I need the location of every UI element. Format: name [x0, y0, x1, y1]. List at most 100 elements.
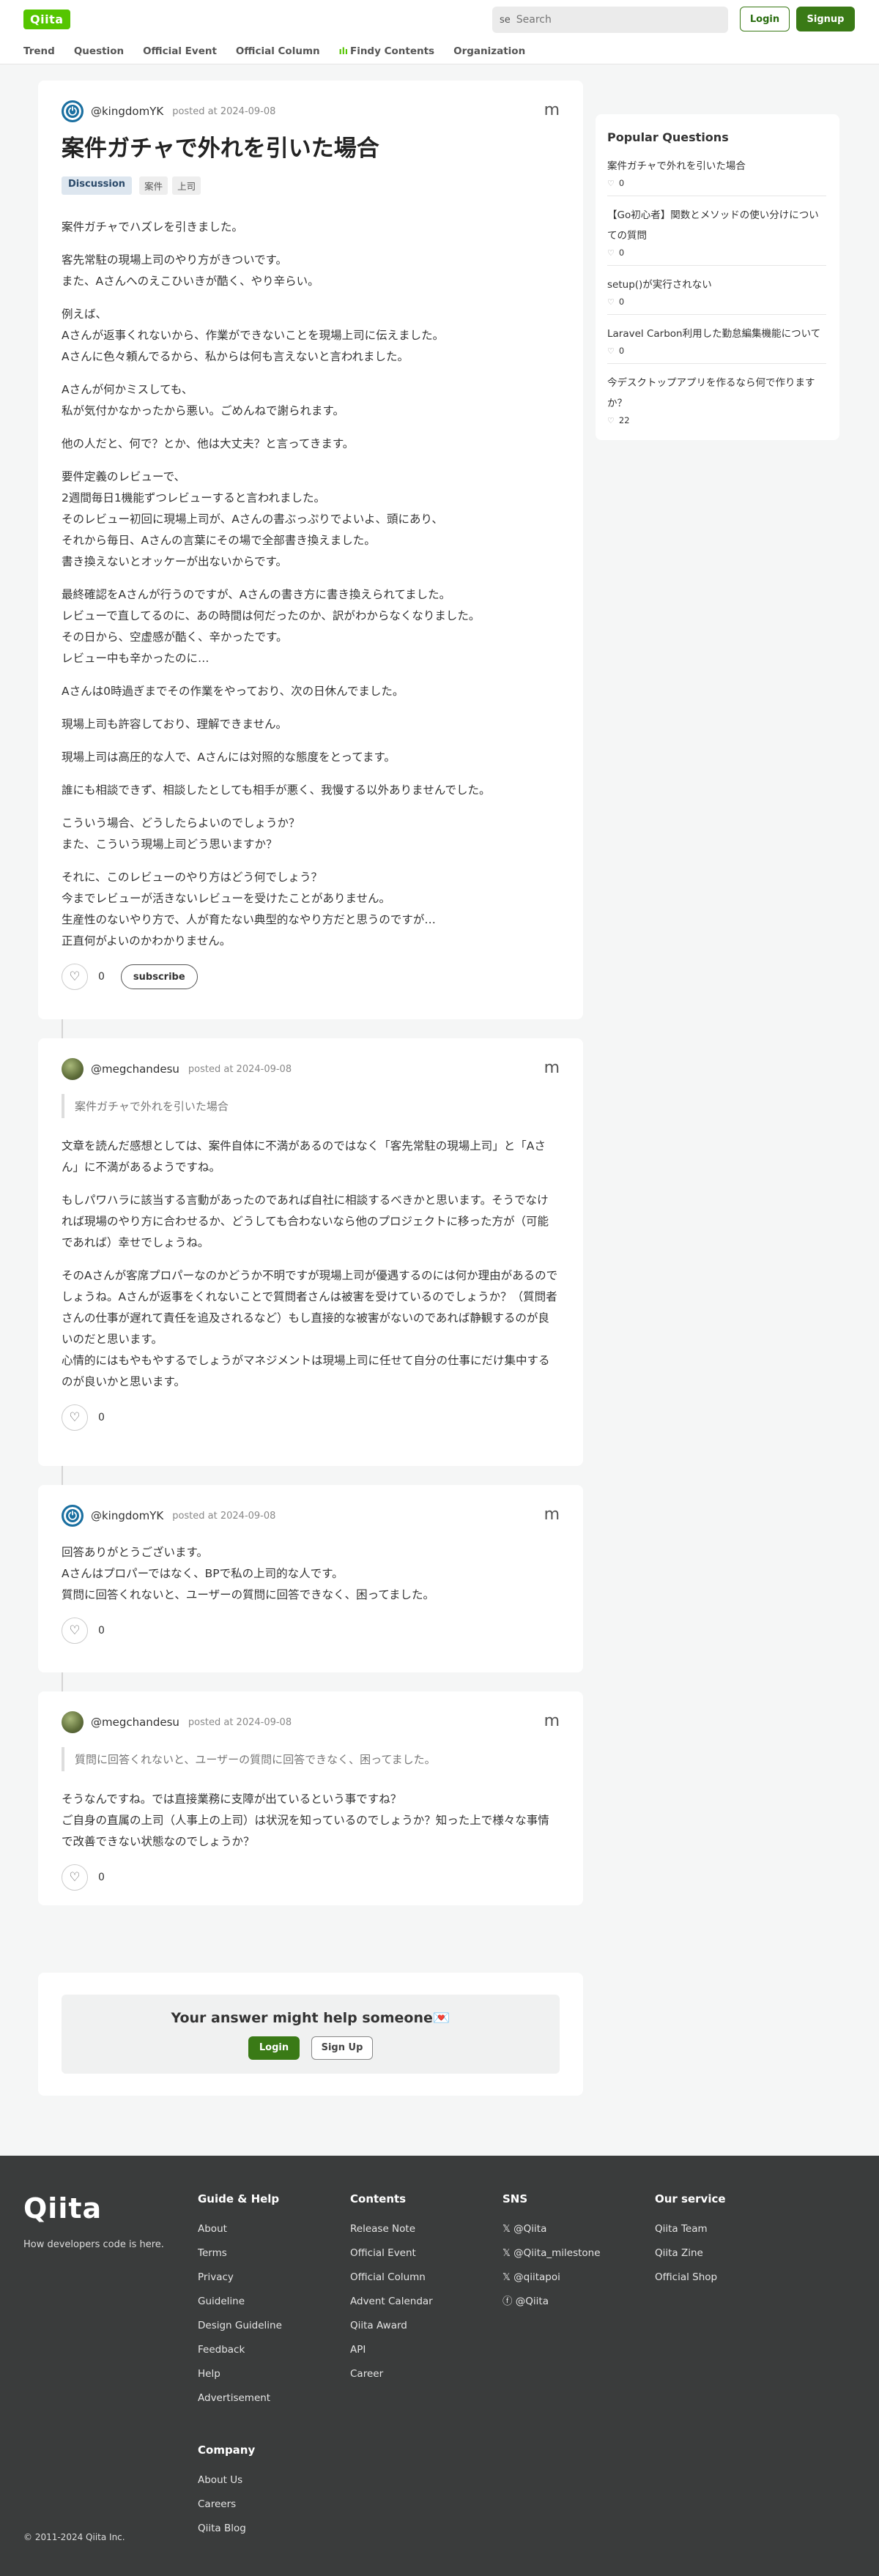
nav-official-event[interactable]: Official Event — [143, 45, 217, 57]
popular-question-item[interactable]: setup()が実行されない ♡ 0 — [607, 275, 826, 315]
footer-link[interactable]: About — [198, 2217, 282, 2241]
qiita-logo[interactable]: Qiita — [23, 9, 70, 29]
thread-connector — [62, 1019, 63, 1038]
body-paragraph: それに、このレビューのやり方はどう何でしょう？ 今までレビューが活きないレビュー… — [62, 871, 436, 948]
nav-official-column[interactable]: Official Column — [236, 45, 320, 57]
question-card: ⏻ @kingdomYK posted at 2024-09-08 m 案件ガチ… — [38, 81, 583, 1019]
footer-link[interactable]: Guideline — [198, 2290, 282, 2314]
question-body: 案件ガチャでハズレを引きました。 客先常駐の現場上司のやり方がきついです。 また… — [62, 217, 560, 952]
author-username[interactable]: @kingdomYK — [91, 1509, 163, 1522]
body-paragraph: Aさんは0時過ぎまでその作業をやっており、次の日休んでました。 — [62, 685, 404, 699]
body-paragraph: 要件定義のレビューで、 2週間毎日1機能ずつレビューすると言われました。 そのレ… — [62, 470, 443, 569]
menu-icon[interactable]: m — [544, 101, 560, 119]
footer-sns-column: SNS 𝕏 @Qiita 𝕏 @Qiita_milestone 𝕏 @qiita… — [502, 2192, 601, 2314]
thread-connector — [62, 1466, 63, 1485]
like-count: 0 — [98, 1625, 105, 1637]
footer-link[interactable]: Qiita Zine — [655, 2241, 726, 2266]
footer-link[interactable]: Qiita Team — [655, 2217, 726, 2241]
body-paragraph: 客先常駐の現場上司のやり方がきついです。 また、Aさんへのえこひいきが酷く、やり… — [62, 253, 319, 289]
popular-question-title[interactable]: 今デスクトップアプリを作るなら何で作りますか？ — [607, 373, 826, 414]
popular-question-title[interactable]: 【Go初心者】関数とメソッドの使い分けについての質問 — [607, 205, 826, 246]
like-row: ♡ 0 subscribe — [62, 964, 560, 991]
popular-question-title[interactable]: Laravel Carbon利用した勤怠編集機能について — [607, 324, 826, 344]
footer-link[interactable]: Release Note — [350, 2217, 433, 2241]
question-title: 案件ガチャで外れを引いた場合 — [62, 135, 379, 162]
footer-logo[interactable]: Qiita — [23, 2192, 102, 2225]
like-heart-icon[interactable]: ♡ — [62, 1404, 88, 1431]
nav-trend[interactable]: Trend — [23, 45, 55, 57]
footer-link[interactable]: Qiita Award — [350, 2314, 433, 2338]
nav-findy-contents[interactable]: ılı Findy Contents — [339, 45, 434, 57]
footer-sns-link[interactable]: ⓕ @Qiita — [502, 2290, 601, 2314]
search-input[interactable] — [516, 14, 707, 26]
login-button[interactable]: Login — [740, 7, 790, 31]
quote-block: 案件ガチャで外れを引いた場合 — [62, 1094, 560, 1118]
footer-column-title: Contents — [350, 2192, 407, 2205]
footer-link[interactable]: Privacy — [198, 2266, 282, 2290]
like-heart-icon[interactable]: ♡ — [62, 964, 88, 991]
footer-guide-column: Guide & Help About Terms Privacy Guideli… — [198, 2192, 282, 2411]
body-paragraph: 案件ガチャでハズレを引きました。 — [62, 220, 243, 234]
avatar[interactable]: ⏻ — [62, 1505, 84, 1527]
menu-icon[interactable]: m — [544, 1712, 560, 1730]
tag[interactable]: 案件 — [139, 176, 168, 196]
heart-icon: ♡ — [607, 346, 615, 356]
footer-link[interactable]: Qiita Blog — [198, 2517, 255, 2541]
popular-question-item[interactable]: Laravel Carbon利用した勤怠編集機能について ♡ 0 — [607, 324, 826, 364]
popular-question-item[interactable]: 案件ガチャで外れを引いた場合 ♡ 0 — [607, 156, 826, 196]
body-paragraph: 現場上司は高圧的な人で、Aさんには対照的な態度をとってます。 — [62, 751, 396, 764]
footer-sns-link[interactable]: 𝕏 @Qiita_milestone — [502, 2241, 601, 2266]
tag[interactable]: 上司 — [172, 176, 201, 196]
login-button[interactable]: Login — [248, 2036, 300, 2060]
footer-link[interactable]: Careers — [198, 2493, 255, 2517]
footer-link[interactable]: Official Event — [350, 2241, 433, 2266]
footer-sns-link[interactable]: 𝕏 @qiitapoi — [502, 2266, 601, 2290]
question-author-row: ⏻ @kingdomYK posted at 2024-09-08 m — [62, 98, 560, 124]
popular-question-item[interactable]: 【Go初心者】関数とメソッドの使い分けについての質問 ♡ 0 — [607, 205, 826, 266]
like-count: 0 — [618, 178, 625, 188]
footer-link[interactable]: About Us — [198, 2468, 255, 2493]
header-top: Qiita se Login Signup — [0, 0, 879, 38]
author-username[interactable]: @megchandesu — [91, 1062, 179, 1076]
avatar[interactable] — [62, 1058, 84, 1080]
nav-organization[interactable]: Organization — [453, 45, 525, 57]
search-box[interactable]: se — [492, 7, 728, 33]
popular-question-title[interactable]: 案件ガチャで外れを引いた場合 — [607, 156, 826, 176]
footer-link[interactable]: Terms — [198, 2241, 282, 2266]
footer-sns-link[interactable]: 𝕏 @Qiita — [502, 2217, 601, 2241]
footer-link[interactable]: Official Shop — [655, 2266, 726, 2290]
like-heart-icon[interactable]: ♡ — [62, 1618, 88, 1644]
footer-link[interactable]: Feedback — [198, 2338, 282, 2362]
footer-link[interactable]: Advent Calendar — [350, 2290, 433, 2314]
sidebar-title: Popular Questions — [607, 130, 729, 144]
like-heart-icon[interactable]: ♡ — [62, 1864, 88, 1891]
comment-card: @megchandesu posted at 2024-09-08 m 質問に回… — [38, 1691, 583, 1905]
avatar[interactable]: ⏻ — [62, 100, 84, 122]
author-username[interactable]: @megchandesu — [91, 1716, 179, 1729]
comment-wrapper: ⏻ @kingdomYK posted at 2024-09-08 m 回答あり… — [38, 1485, 583, 1672]
footer-link[interactable]: API — [350, 2338, 433, 2362]
body-paragraph: こういう場合、どうしたらよいのでしょうか？ また、こういう現場上司どう思いますか… — [62, 816, 300, 852]
popular-question-title[interactable]: setup()が実行されない — [607, 275, 826, 295]
comment-card: ⏻ @kingdomYK posted at 2024-09-08 m 回答あり… — [38, 1485, 583, 1672]
footer-link[interactable]: Career — [350, 2362, 433, 2386]
avatar[interactable] — [62, 1711, 84, 1733]
footer-link[interactable]: Advertisement — [198, 2386, 282, 2411]
popular-question-item[interactable]: 今デスクトップアプリを作るなら何で作りますか？ ♡ 22 — [607, 373, 826, 433]
footer-link[interactable]: Official Column — [350, 2266, 433, 2290]
like-count: 0 — [618, 346, 625, 356]
body-paragraph: 他の人だと、何で？とか、他は大丈夫？と言ってきます。 — [62, 437, 355, 451]
signup-button[interactable]: Signup — [796, 7, 855, 31]
footer-company-column: Company About Us Careers Qiita Blog — [198, 2443, 255, 2541]
subscribe-button[interactable]: subscribe — [120, 964, 198, 990]
nav-question[interactable]: Question — [74, 45, 124, 57]
menu-icon[interactable]: m — [544, 1059, 560, 1077]
heart-icon: ♡ — [607, 178, 615, 188]
footer-link[interactable]: Help — [198, 2362, 282, 2386]
discussion-badge: Discussion — [62, 176, 133, 196]
menu-icon[interactable]: m — [544, 1505, 560, 1524]
footer-column-title: Our service — [655, 2192, 726, 2205]
author-username[interactable]: @kingdomYK — [91, 105, 163, 118]
signup-button[interactable]: Sign Up — [311, 2036, 373, 2060]
footer-link[interactable]: Design Guideline — [198, 2314, 282, 2338]
